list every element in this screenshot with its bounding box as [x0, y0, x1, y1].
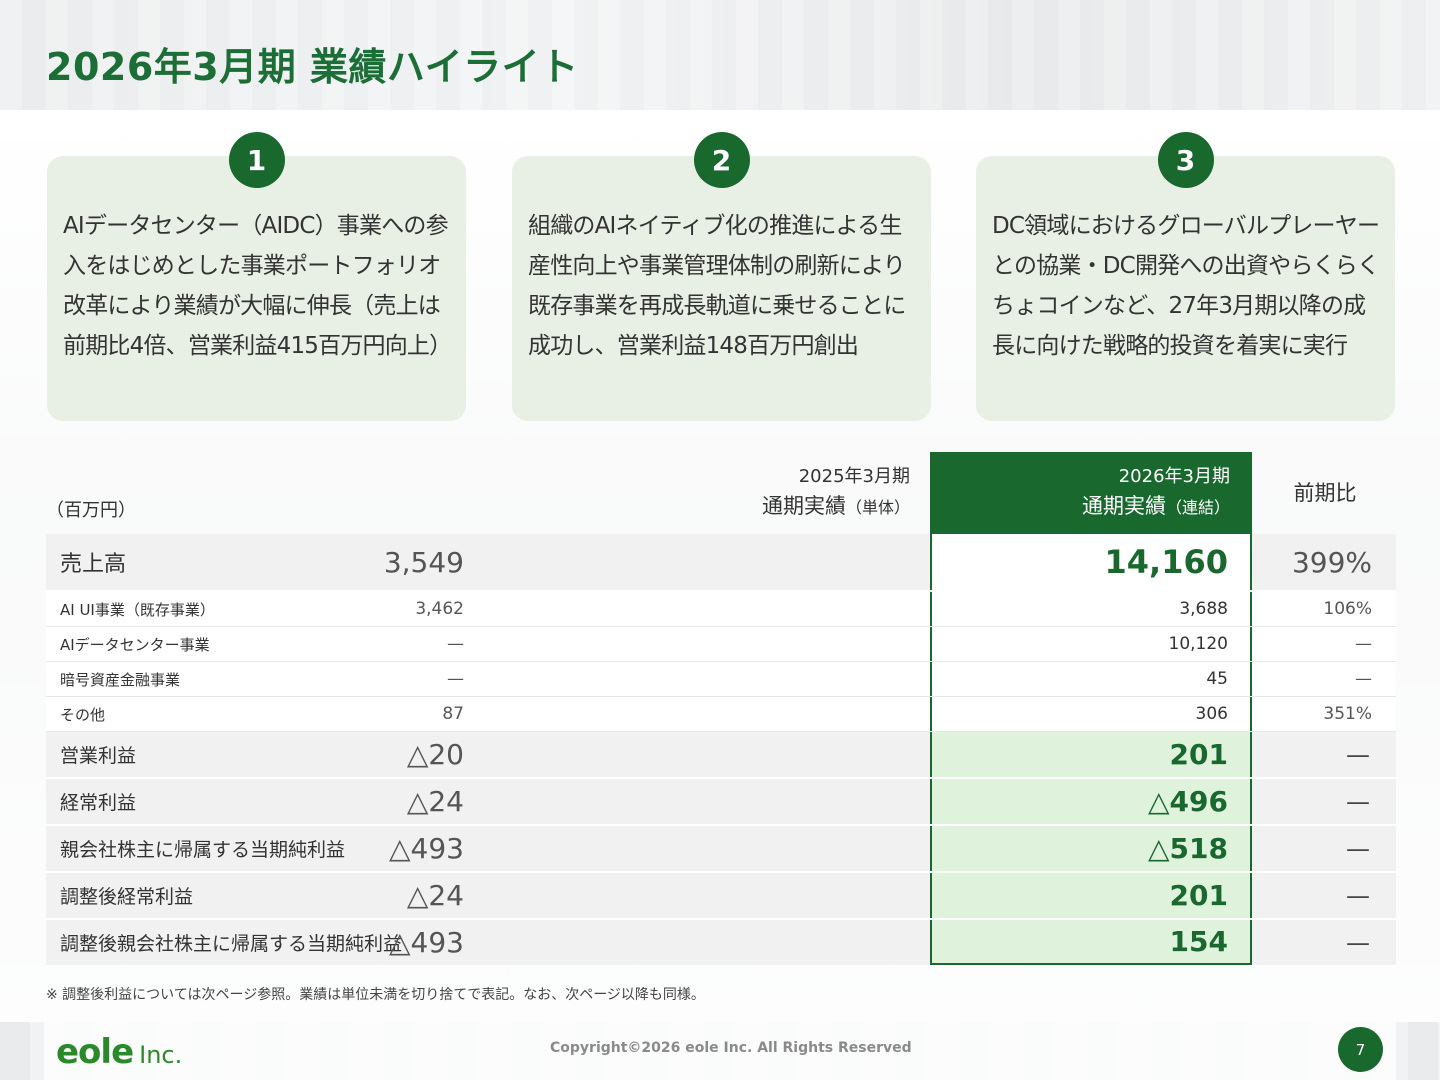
page-number: 7	[1338, 1027, 1383, 1072]
row-label: 経常利益	[60, 792, 137, 814]
prev-value: 3,462	[415, 599, 464, 619]
row-label: 売上高	[60, 552, 127, 577]
header-prev-note: （単体）	[845, 498, 910, 517]
table-row: その他 87 306 351%	[46, 697, 1396, 732]
prev-value: —	[447, 669, 464, 689]
ratio-value: —	[1355, 634, 1372, 654]
logo-suffix: Inc.	[139, 1041, 183, 1069]
current-value: 45	[930, 662, 1252, 696]
ratio-value: 106%	[1323, 599, 1372, 619]
table-row: AI UI事業（既存事業） 3,462 3,688 106%	[46, 592, 1396, 627]
prev-value: △24	[406, 785, 464, 818]
current-value: 201	[930, 732, 1252, 777]
header-current-year: 2026年3月期 通期実績（連結）	[930, 452, 1252, 534]
prev-value: △493	[389, 832, 464, 865]
prev-value: —	[447, 634, 464, 654]
row-label: AI UI事業（既存事業）	[60, 600, 215, 619]
current-value: 14,160	[930, 534, 1252, 590]
ratio-value: 351%	[1323, 704, 1372, 724]
ratio-value: 399%	[1291, 545, 1372, 579]
header-ratio: 前期比	[1293, 481, 1357, 505]
row-label: その他	[60, 705, 106, 724]
company-logo: eole Inc.	[56, 1032, 182, 1072]
row-label: 暗号資産金融事業	[60, 670, 181, 689]
table-row: 営業利益 △20 201 —	[46, 732, 1396, 779]
table-row: 調整後親会社株主に帰属する当期純利益 △493 154 —	[46, 920, 1396, 967]
card-number-badge: 3	[1157, 132, 1214, 188]
ratio-value: —	[1346, 740, 1370, 769]
copyright-text: Copyright©2026 eole Inc. All Rights Rese…	[550, 1040, 912, 1056]
unit-label: （百万円）	[46, 500, 136, 521]
row-label: 親会社株主に帰属する当期純利益	[60, 839, 346, 861]
card-text: DC領域におけるグローバルプレーヤーとの協業・DC開発への出資やらくらくちょコイ…	[992, 213, 1380, 359]
ratio-value: —	[1346, 928, 1370, 957]
card-text: 組織のAIネイティブ化の推進による生産性向上や事業管理体制の刷新により既存事業を…	[528, 213, 906, 359]
ratio-value: —	[1355, 669, 1372, 689]
table-row: 親会社株主に帰属する当期純利益 △493 △518 —	[46, 826, 1396, 873]
current-value: 10,120	[930, 627, 1252, 661]
prev-value: 3,549	[383, 545, 464, 579]
prev-value: △493	[389, 926, 464, 959]
current-value: 306	[930, 697, 1252, 731]
table-body: 売上高 3,549 14,160 399% AI UI事業（既存事業） 3,462 …	[46, 534, 1396, 967]
header-cur-note: （連結）	[1165, 498, 1230, 517]
header-prev-period: 2025年3月期	[798, 466, 910, 487]
card-number-badge: 1	[228, 132, 285, 188]
prev-value: △20	[406, 738, 464, 771]
ratio-value: —	[1346, 787, 1370, 816]
highlight-card-1: 1 AIデータセンター（AIDC）事業への参入をはじめとした事業ポートフォリオ改…	[47, 132, 466, 421]
logo-wordmark: eole	[56, 1032, 134, 1072]
table-row: 売上高 3,549 14,160 399%	[46, 534, 1396, 592]
footnote: ※ 調整後利益については次ページ参照。業績は単位未満を切り捨てで表記。なお、次ペ…	[46, 987, 705, 1003]
row-label: AIデータセンター事業	[60, 635, 210, 654]
header-prev-type: 通期実績（単体）	[761, 494, 910, 518]
card-number-badge: 2	[693, 132, 750, 188]
table-row: 暗号資産金融事業 — 45 —	[46, 662, 1396, 697]
header-prev-year: 2025年3月期 通期実績（単体）	[636, 452, 912, 534]
header-cur-type: 通期実績（連結）	[1081, 494, 1230, 518]
highlight-card-3: 3 DC領域におけるグローバルプレーヤーとの協業・DC開発への出資やらくらくちょ…	[976, 132, 1395, 421]
row-label: 調整後経常利益	[60, 886, 194, 908]
ratio-value: —	[1346, 834, 1370, 863]
row-label: 営業利益	[60, 745, 137, 767]
current-value: 3,688	[930, 592, 1252, 626]
current-value: △496	[930, 779, 1252, 824]
table-row: 経常利益 △24 △496 —	[46, 779, 1396, 826]
current-value: 201	[930, 873, 1252, 918]
page-title: 2026年3月期 業績ハイライト	[46, 45, 579, 89]
table-row: AIデータセンター事業 — 10,120 —	[46, 627, 1396, 662]
highlight-card-2: 2 組織のAIネイティブ化の推進による生産性向上や事業管理体制の刷新により既存事…	[512, 132, 931, 421]
card-text: AIデータセンター（AIDC）事業への参入をはじめとした事業ポートフォリオ改革に…	[63, 213, 452, 359]
current-value: △518	[930, 826, 1252, 871]
current-value: 154	[930, 920, 1252, 965]
table-row: 調整後経常利益 △24 201 —	[46, 873, 1396, 920]
ratio-value: —	[1346, 881, 1370, 910]
row-label: 調整後親会社株主に帰属する当期純利益	[60, 933, 403, 955]
prev-value: △24	[406, 879, 464, 912]
header-cur-period: 2026年3月期	[1118, 466, 1230, 487]
prev-value: 87	[442, 704, 464, 724]
